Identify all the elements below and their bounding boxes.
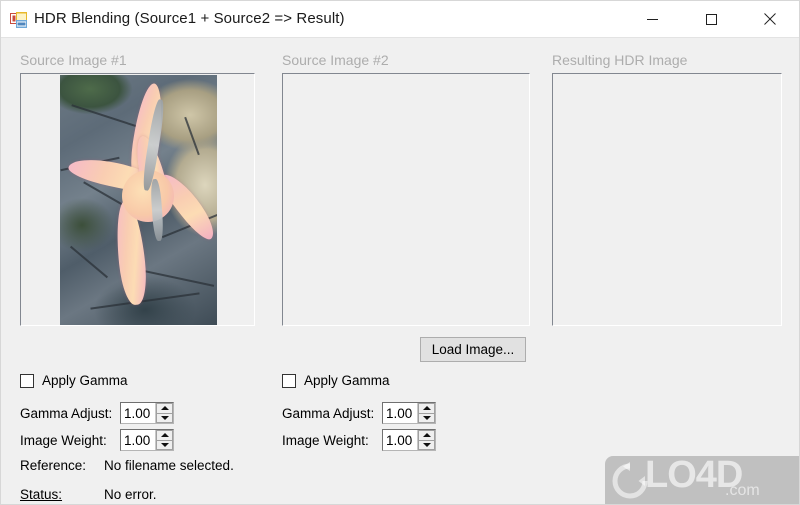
form-designer-icon [10, 12, 27, 28]
gamma-adjust-1-up-button[interactable] [156, 403, 173, 413]
image-weight-2-value[interactable]: 1.00 [383, 433, 417, 448]
maximize-button[interactable] [688, 1, 734, 37]
minimize-icon [646, 18, 658, 20]
source-image-1-label: Source Image #1 [20, 52, 127, 68]
arrow-up-icon [160, 433, 169, 438]
minimize-button[interactable] [629, 1, 675, 37]
window-titlebar[interactable]: HDR Blending (Source1 + Source2 => Resul… [1, 1, 799, 38]
gamma-adjust-2-label: Gamma Adjust: [282, 405, 375, 421]
arrow-down-icon [160, 442, 169, 447]
image-weight-1-down-button[interactable] [156, 439, 173, 450]
apply-gamma-2-label: Apply Gamma [304, 373, 390, 388]
gamma-adjust-2-up-button[interactable] [418, 403, 435, 413]
gamma-adjust-2-value[interactable]: 1.00 [383, 406, 417, 421]
gamma-adjust-1-label: Gamma Adjust: [20, 405, 113, 421]
apply-gamma-1-row[interactable]: Apply Gamma [20, 373, 128, 388]
status-value: No error. [104, 487, 157, 502]
arrow-down-icon [160, 415, 169, 420]
reference-label: Reference: [20, 458, 87, 473]
image-weight-2-row: Image Weight: 1.00 [282, 429, 436, 451]
load-image-button[interactable]: Load Image... [420, 337, 526, 362]
image-weight-1-spinner[interactable]: 1.00 [120, 429, 174, 451]
gamma-adjust-2-row: Gamma Adjust: 1.00 [282, 402, 436, 424]
image-weight-1-row: Image Weight: 1.00 [20, 429, 174, 451]
apply-gamma-1-label: Apply Gamma [42, 373, 128, 388]
close-button[interactable] [747, 1, 793, 37]
source-image-2-panel[interactable] [282, 73, 530, 326]
maximize-icon [705, 13, 717, 25]
window-title: HDR Blending (Source1 + Source2 => Resul… [34, 10, 345, 27]
reference-value: No filename selected. [104, 458, 234, 473]
dialog-client-area: Source Image #1 Source Image #2 Resultin… [1, 38, 799, 504]
starfish-image [60, 75, 217, 325]
status-label: Status: [20, 487, 63, 502]
gamma-adjust-1-down-button[interactable] [156, 412, 173, 423]
apply-gamma-2-checkbox[interactable] [282, 373, 296, 388]
apply-gamma-1-checkbox[interactable] [20, 373, 34, 388]
arrow-up-icon [422, 433, 431, 438]
gamma-adjust-1-value[interactable]: 1.00 [121, 406, 155, 421]
source-image-2-label: Source Image #2 [282, 52, 389, 68]
gamma-adjust-2-down-button[interactable] [418, 412, 435, 423]
arrow-down-icon [422, 442, 431, 447]
resulting-hdr-image-label: Resulting HDR Image [552, 52, 688, 68]
close-icon [764, 13, 776, 25]
image-weight-1-value[interactable]: 1.00 [121, 433, 155, 448]
resulting-hdr-image-panel[interactable] [552, 73, 782, 326]
source-image-1-panel[interactable] [20, 73, 255, 326]
image-weight-1-label: Image Weight: [20, 432, 107, 448]
arrow-up-icon [160, 406, 169, 411]
apply-gamma-2-row[interactable]: Apply Gamma [282, 373, 390, 388]
image-weight-2-up-button[interactable] [418, 430, 435, 440]
arrow-down-icon [422, 415, 431, 420]
arrow-up-icon [422, 406, 431, 411]
image-weight-2-spinner[interactable]: 1.00 [382, 429, 436, 451]
image-weight-2-down-button[interactable] [418, 439, 435, 450]
gamma-adjust-1-row: Gamma Adjust: 1.00 [20, 402, 174, 424]
hdr-blending-window: HDR Blending (Source1 + Source2 => Resul… [0, 0, 800, 505]
gamma-adjust-2-spinner[interactable]: 1.00 [382, 402, 436, 424]
image-weight-2-label: Image Weight: [282, 432, 369, 448]
image-weight-1-up-button[interactable] [156, 430, 173, 440]
gamma-adjust-1-spinner[interactable]: 1.00 [120, 402, 174, 424]
